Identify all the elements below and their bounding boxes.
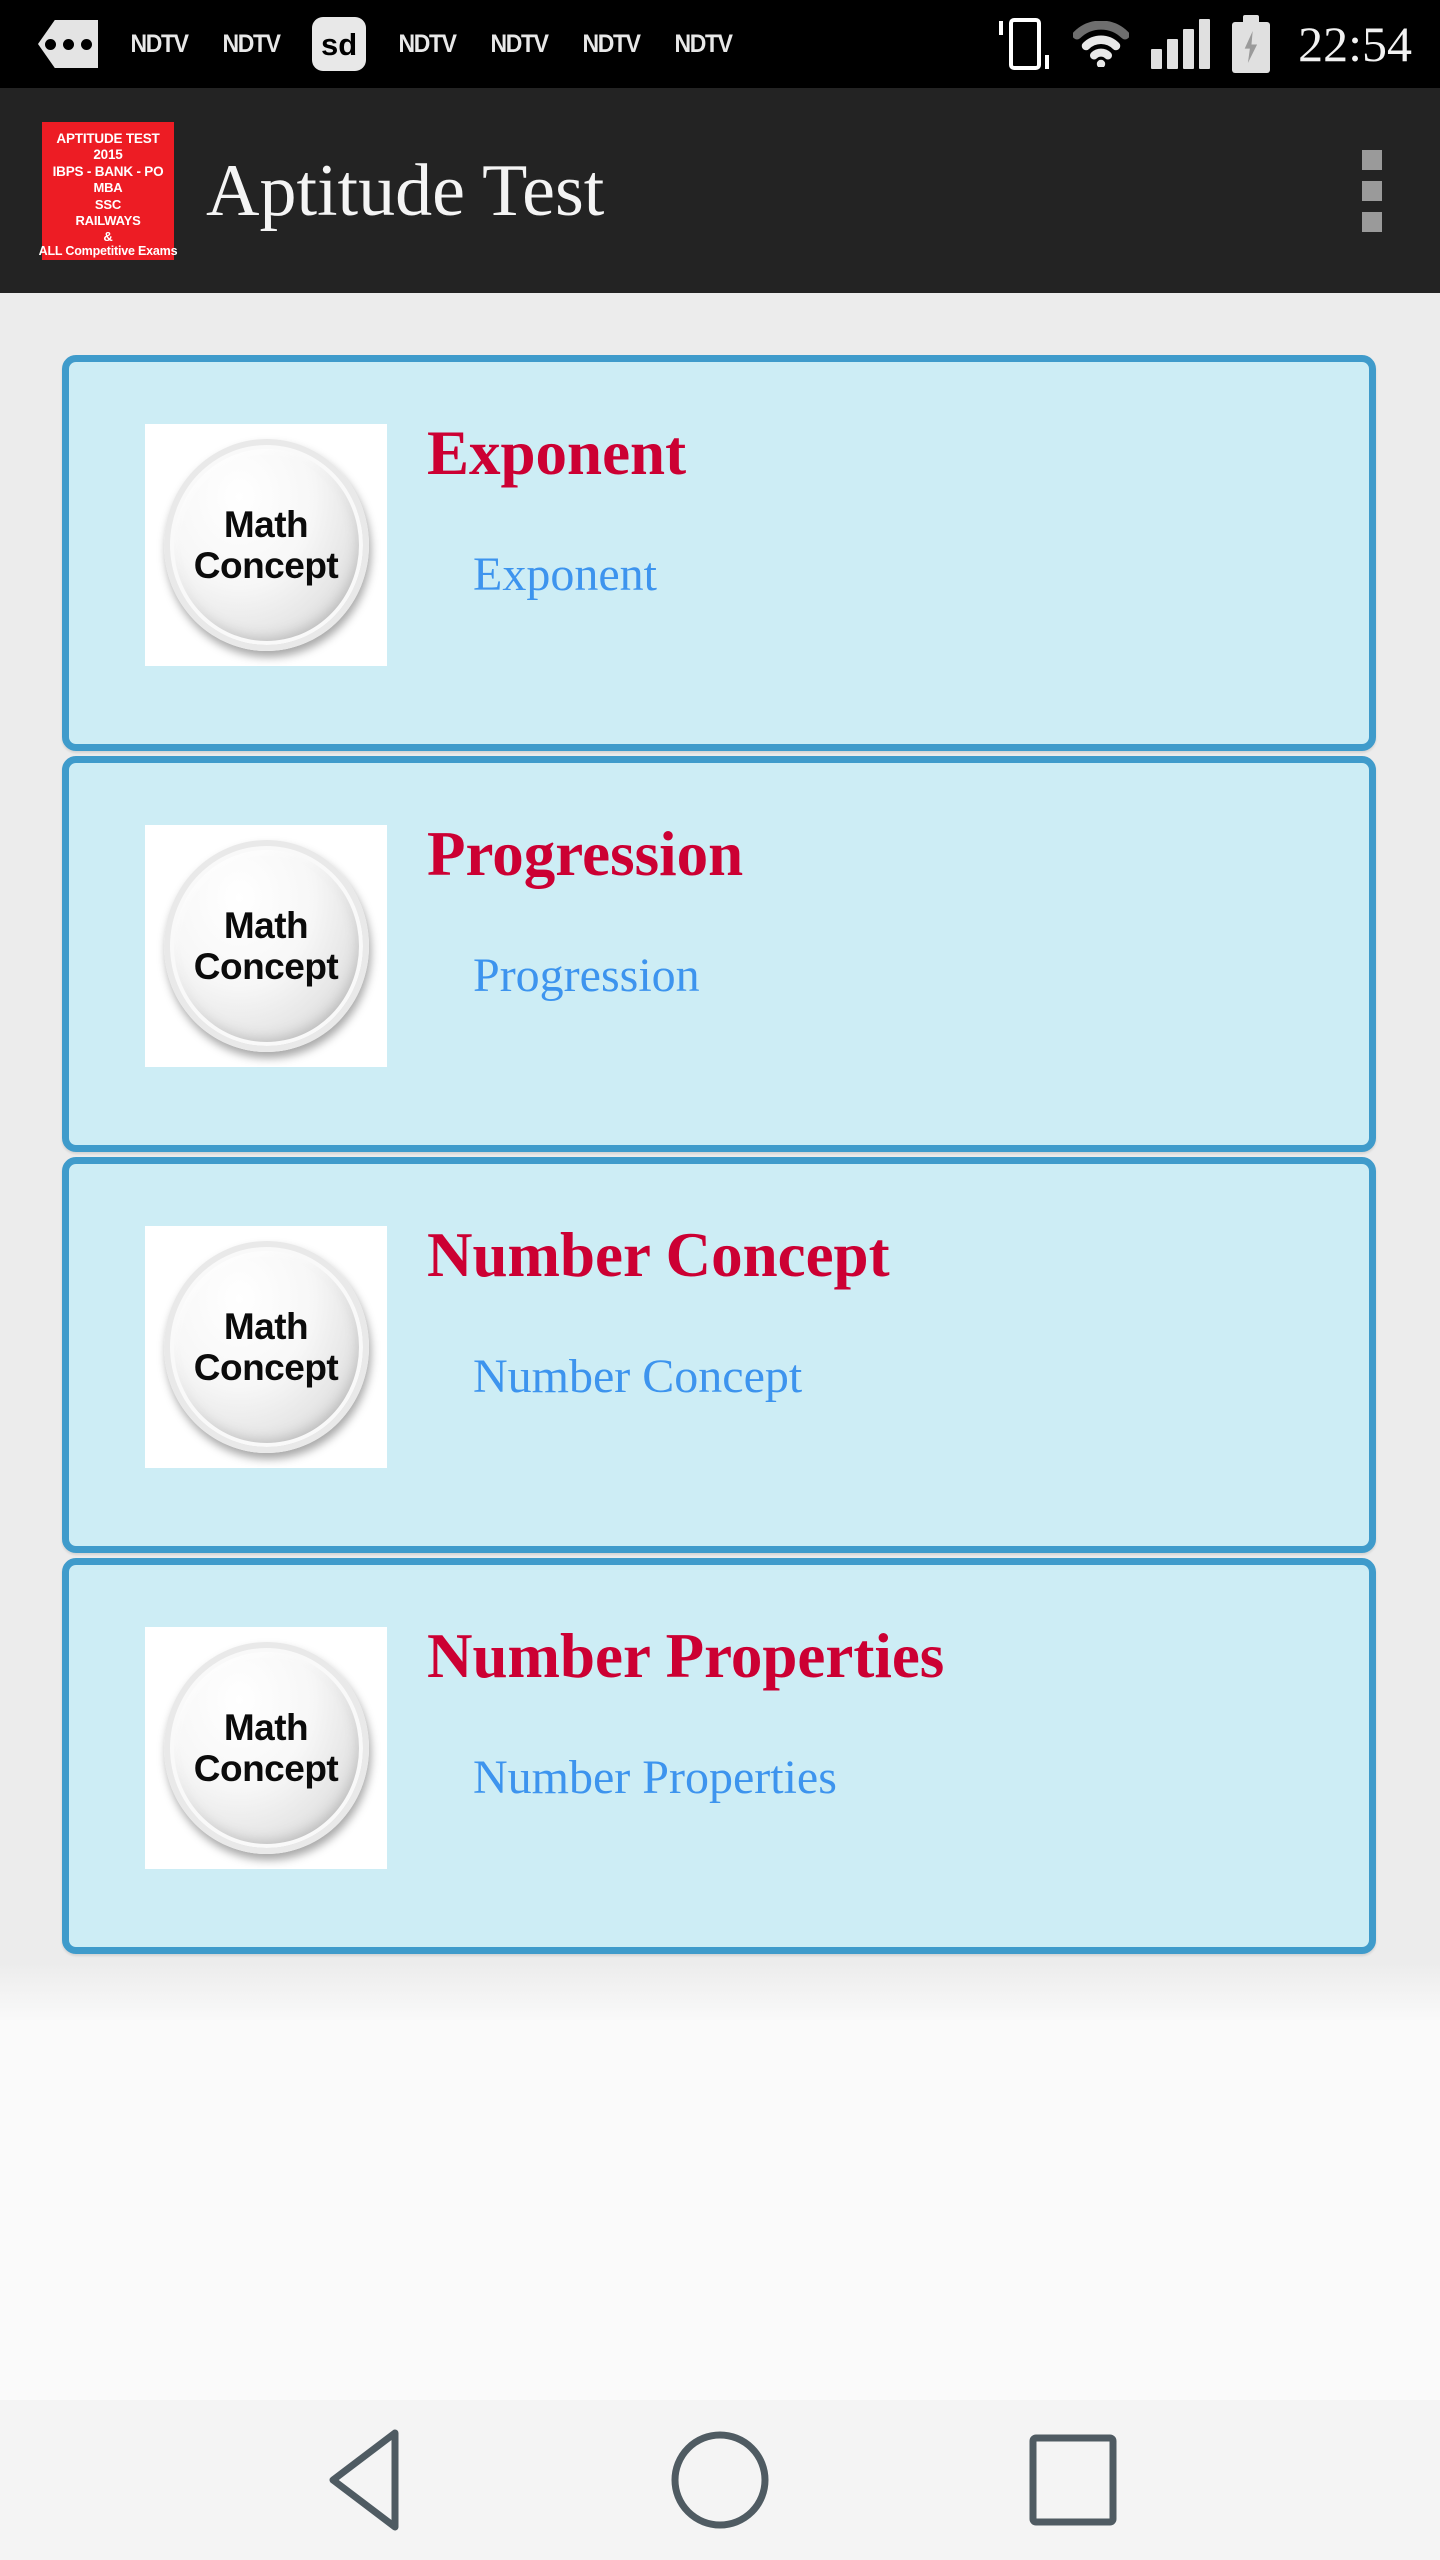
status-system-icons: 22:54 <box>995 15 1440 73</box>
sd-card-icon: sd <box>312 17 367 71</box>
badge-line-2: Concept <box>193 545 339 586</box>
page-title: Aptitude Test <box>206 149 605 232</box>
ndtv-notification-icon: NDTV <box>222 29 281 58</box>
math-concept-badge-icon: Math Concept <box>163 439 369 651</box>
card-text: Number Concept Number Concept <box>427 1222 890 1403</box>
card-thumbnail: Math Concept <box>145 825 387 1067</box>
back-button[interactable] <box>292 2405 442 2555</box>
battery-charging-icon <box>1232 15 1271 73</box>
status-clock: 22:54 <box>1298 16 1412 72</box>
card-title: Number Concept <box>427 1220 890 1290</box>
badge-line-2: Concept <box>193 946 339 987</box>
wifi-icon <box>1073 21 1130 67</box>
status-notification-area[interactable]: NDTV NDTV sd NDTV NDTV NDTV NDTV <box>0 17 995 71</box>
app-logo-line: MBA <box>93 180 123 196</box>
badge-line-1: Math <box>223 905 309 946</box>
list-item[interactable]: Math Concept Progression Progression <box>62 756 1376 1152</box>
math-concept-badge-icon: Math Concept <box>163 1241 369 1453</box>
topic-list: Math Concept Exponent Exponent Math Conc… <box>0 293 1440 1954</box>
badge-line-2: Concept <box>193 1347 339 1388</box>
ndtv-notification-icon: NDTV <box>582 29 641 58</box>
overflow-menu-icon[interactable] <box>1352 140 1392 242</box>
list-item[interactable]: Math Concept Exponent Exponent <box>62 355 1376 751</box>
math-concept-badge-icon: Math Concept <box>163 840 369 1052</box>
app-logo-line: SSC <box>94 196 122 212</box>
ndtv-notification-icon: NDTV <box>674 29 733 58</box>
status-bar[interactable]: NDTV NDTV sd NDTV NDTV NDTV NDTV 22:54 <box>0 0 1440 88</box>
ndtv-notification-icon: NDTV <box>130 29 188 58</box>
list-item[interactable]: Math Concept Number Properties Number Pr… <box>62 1558 1376 1954</box>
recents-square-icon <box>1029 2434 1117 2526</box>
app-logo-icon: APTITUDE TEST 2015 IBPS - BANK - PO MBA … <box>39 121 178 260</box>
main-content: Math Concept Exponent Exponent Math Conc… <box>0 293 1440 2400</box>
more-notifications-icon <box>38 20 98 68</box>
app-logo-footer: ALL Competitive Exams <box>38 243 178 258</box>
cellular-signal-icon <box>1151 19 1211 69</box>
recents-button[interactable] <box>998 2405 1148 2555</box>
app-logo-line: RAILWAYS <box>75 212 141 228</box>
app-logo-line: APTITUDE TEST <box>56 130 160 146</box>
card-thumbnail: Math Concept <box>145 424 387 666</box>
home-circle-icon <box>671 2431 769 2529</box>
badge-line-1: Math <box>223 504 309 545</box>
card-title: Number Properties <box>427 1621 945 1691</box>
app-logo-line: 2015 <box>93 147 123 163</box>
vibrate-icon <box>995 15 1051 73</box>
card-subtitle: Number Properties <box>473 1751 837 1805</box>
ndtv-notification-icon: NDTV <box>490 29 549 58</box>
badge-line-1: Math <box>223 1306 309 1347</box>
app-logo-line: & <box>103 228 113 244</box>
card-subtitle: Exponent <box>473 548 657 602</box>
card-title: Exponent <box>427 418 687 488</box>
ndtv-notification-icon: NDTV <box>398 29 457 58</box>
back-triangle-icon <box>329 2429 399 2531</box>
card-text: Exponent Exponent <box>427 420 686 601</box>
home-button[interactable] <box>645 2405 795 2555</box>
app-logo-line: IBPS - BANK - PO <box>52 163 164 179</box>
card-text: Progression Progression <box>427 821 743 1002</box>
badge-line-2: Concept <box>193 1748 339 1789</box>
math-concept-badge-icon: Math Concept <box>163 1642 369 1854</box>
card-text: Number Properties Number Properties <box>427 1623 944 1804</box>
android-navigation-bar <box>0 2400 1440 2560</box>
list-item[interactable]: Math Concept Number Concept Number Conce… <box>62 1157 1376 1553</box>
card-subtitle: Number Concept <box>473 1350 803 1404</box>
app-bar: APTITUDE TEST 2015 IBPS - BANK - PO MBA … <box>0 88 1440 293</box>
card-title: Progression <box>427 819 744 889</box>
card-subtitle: Progression <box>473 949 700 1003</box>
badge-line-1: Math <box>223 1707 309 1748</box>
card-thumbnail: Math Concept <box>145 1226 387 1468</box>
card-thumbnail: Math Concept <box>145 1627 387 1869</box>
